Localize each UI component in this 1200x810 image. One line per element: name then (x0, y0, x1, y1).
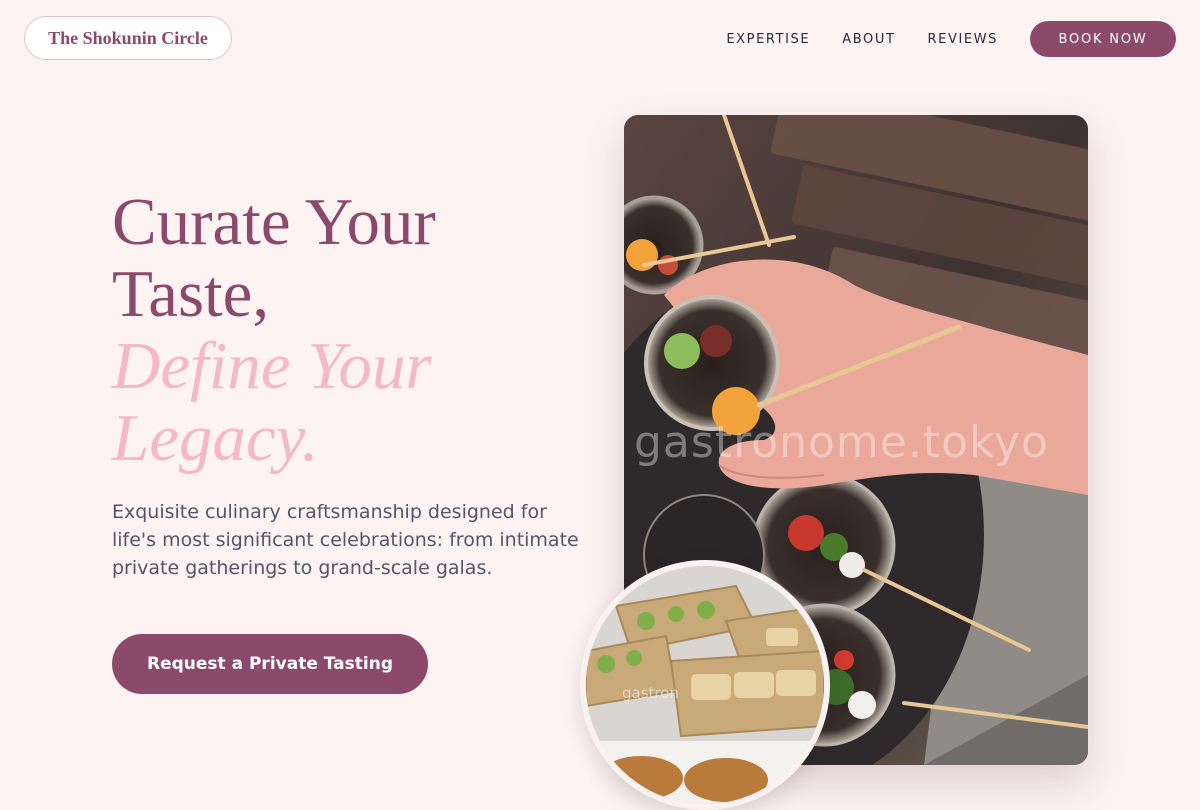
circle-watermark: gastron (622, 684, 679, 702)
nav-link-reviews[interactable]: REVIEWS (928, 32, 999, 47)
book-now-button[interactable]: BOOK NOW (1030, 21, 1176, 57)
title-accent-2: Legacy. (112, 401, 319, 475)
request-tasting-button[interactable]: Request a Private Tasting (112, 634, 428, 694)
hero-description: Exquisite culinary craftsmanship designe… (112, 501, 579, 579)
catering-boxes-image: gastron (580, 560, 830, 810)
title-accent-1: Define Your (112, 329, 432, 403)
image-watermark: gastronome.tokyo (634, 417, 1049, 468)
nav-link-about[interactable]: ABOUT (842, 32, 895, 47)
main-nav: EXPERTISE ABOUT REVIEWS BOOK NOW (726, 21, 1176, 57)
nav-link-expertise[interactable]: EXPERTISE (726, 32, 810, 47)
hero-title: Curate Your Taste, Define Your Legacy. (112, 186, 592, 474)
title-line-1: Curate Your (112, 185, 436, 259)
logo[interactable]: The Shokunin Circle (24, 16, 232, 60)
title-line-2: Taste, (112, 257, 270, 331)
